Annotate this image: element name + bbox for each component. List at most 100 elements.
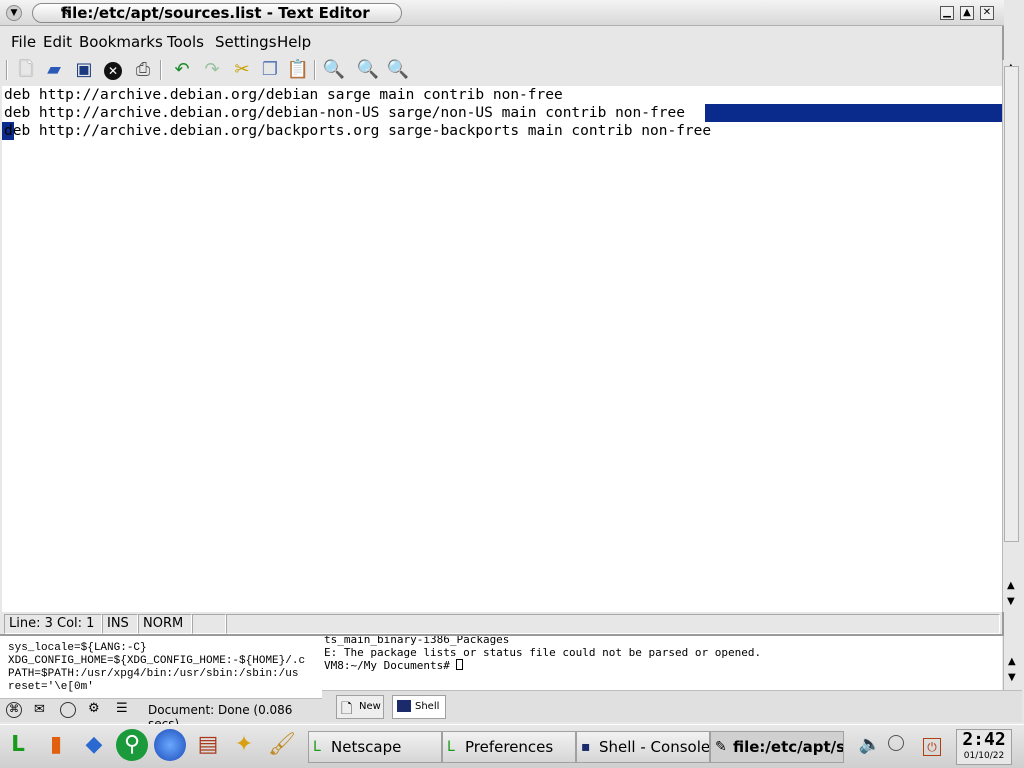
- shell-tabbar: 🗋 New Shell: [322, 690, 1022, 722]
- volume-icon[interactable]: 🔈: [858, 729, 882, 761]
- console-line: XDG_CONFIG_HOME=${XDG_CONFIG_HOME:-${HOM…: [8, 655, 306, 667]
- address-book-icon[interactable]: ⚙: [88, 701, 100, 716]
- menu-edit[interactable]: Edit: [43, 33, 72, 51]
- text-line: deb http://archive.debian.org/debian sar…: [4, 87, 563, 103]
- menu-file[interactable]: File: [11, 33, 36, 51]
- start-menu-icon[interactable]: ᒪ: [2, 729, 34, 761]
- text-editor-window: ▼ file:/etc/apt/sources.list - Text Edit…: [0, 0, 1020, 636]
- lifejacket-icon[interactable]: ▮: [40, 729, 72, 761]
- paste-icon[interactable]: 📋: [286, 58, 310, 82]
- power-icon[interactable]: ⏻: [920, 729, 944, 761]
- text-line: deb http://archive.debian.org/debian-non…: [4, 105, 685, 121]
- title-pill: file:/etc/apt/sources.list - Text Editor: [32, 3, 402, 23]
- redo-icon[interactable]: ↷: [200, 58, 224, 82]
- new-document-icon[interactable]: 🗋: [14, 58, 38, 82]
- running-man-icon[interactable]: ⚲: [116, 729, 148, 761]
- netscape-icon: ᒪ: [313, 739, 321, 755]
- zoom-out-icon[interactable]: 🔍: [386, 58, 410, 82]
- task-label: file:/etc/apt/sou: [733, 738, 843, 756]
- pen-icon: ✎: [60, 5, 71, 20]
- terminal-icon: ▪: [581, 739, 591, 755]
- shell-prompt-line: VM8:~/My Documents#: [324, 659, 1002, 672]
- new-session-button[interactable]: 🗋 New: [336, 695, 384, 719]
- mail-icon[interactable]: ✉: [34, 702, 45, 717]
- menu-tools[interactable]: Tools: [167, 33, 204, 51]
- menu-settings[interactable]: Settings: [215, 33, 277, 51]
- close-button[interactable]: ✕: [980, 6, 994, 20]
- console-line: reset='\e[0m': [8, 681, 94, 693]
- scroll-down-icon[interactable]: ▼: [1007, 596, 1015, 607]
- console-line: PATH=$PATH:/usr/xpg4/bin:/usr/sbin:/sbin…: [8, 668, 299, 680]
- menu-bookmarks[interactable]: Bookmarks: [79, 33, 163, 51]
- clock-time: 2:42: [962, 729, 1006, 750]
- text-editing-area[interactable]: [2, 86, 1002, 612]
- globe-icon[interactable]: [154, 729, 186, 761]
- network-icon[interactable]: [884, 729, 908, 761]
- chat-icon[interactable]: ☰: [116, 701, 128, 716]
- task-text-editor[interactable]: ✎ file:/etc/apt/sou: [710, 731, 844, 763]
- copy-icon[interactable]: ❐: [258, 58, 282, 82]
- task-label: Netscape: [331, 738, 402, 756]
- scroll-thumb[interactable]: [1004, 66, 1019, 542]
- applications-icon[interactable]: ✦: [228, 729, 260, 761]
- toolbox-icon[interactable]: ▤: [192, 729, 224, 761]
- shell-output[interactable]: ts_main_binary-i386_Packages E: The packa…: [322, 632, 1002, 690]
- menu-help[interactable]: Help: [277, 33, 311, 51]
- vertical-scrollbar[interactable]: ▲ ▲ ▼: [1002, 60, 1020, 612]
- scroll-up-icon[interactable]: ▲: [1008, 656, 1016, 667]
- print-icon[interactable]: ⎙: [131, 58, 155, 82]
- maximize-button[interactable]: ▲: [960, 6, 974, 20]
- shell-cursor: [456, 659, 464, 670]
- clock[interactable]: 2:42 01/10/22: [956, 729, 1012, 765]
- undo-icon[interactable]: ↶: [170, 58, 194, 82]
- window-title: file:/etc/apt/sources.list - Text Editor: [61, 4, 370, 22]
- scroll-up-icon[interactable]: ▲: [1007, 580, 1015, 591]
- task-shell-console[interactable]: ▪ Shell - Console: [576, 731, 710, 763]
- cut-icon[interactable]: ✂: [230, 58, 254, 82]
- new-session-label: New: [359, 701, 381, 712]
- task-label: Preferences: [465, 738, 554, 756]
- shell-scrollbar[interactable]: ▲ ▼: [1003, 632, 1021, 690]
- new-document-icon: 🗋: [341, 701, 353, 717]
- shell-tab-label: Shell: [415, 701, 440, 712]
- shell-session-tab[interactable]: Shell: [392, 695, 446, 719]
- terminal-icon: [397, 700, 411, 712]
- titlebar[interactable]: ▼ file:/etc/apt/sources.list - Text Edit…: [0, 0, 1004, 26]
- edit-state: NORM: [138, 614, 192, 634]
- task-netscape[interactable]: ᒪ Netscape: [308, 731, 442, 763]
- composer-icon[interactable]: [60, 702, 76, 718]
- text-line: deb http://archive.debian.org/backports.…: [4, 123, 712, 139]
- status-message: [226, 614, 1000, 634]
- find-icon[interactable]: 🔍: [322, 58, 346, 82]
- console-line: sys_locale=${LANG:-C}: [8, 642, 147, 654]
- statusbar: Line: 3 Col: 1 INS NORM: [2, 614, 1002, 634]
- preferences-icon: ᒪ: [447, 739, 455, 755]
- open-folder-icon[interactable]: ▰: [42, 58, 66, 82]
- brush-icon[interactable]: 🖌: [266, 729, 298, 761]
- browser-statusbar: ⌘ ✉ ⚙ ☰ Document: Done (0.086 secs): [0, 698, 322, 731]
- toolbar-separator: [314, 60, 316, 80]
- clock-date: 01/10/22: [963, 751, 1005, 761]
- navigator-icon[interactable]: ⌘: [6, 702, 22, 718]
- zoom-in-icon[interactable]: 🔍: [356, 58, 380, 82]
- toolbar-separator: [160, 60, 162, 80]
- background-console: sys_locale=${LANG:-C} XDG_CONFIG_HOME=${X…: [0, 636, 322, 698]
- cube-icon[interactable]: ◆: [78, 729, 110, 761]
- menubar: File Edit Bookmarks Tools Settings Help: [0, 30, 1004, 54]
- scroll-down-icon[interactable]: ▼: [1008, 672, 1016, 683]
- task-preferences[interactable]: ᒪ Preferences: [442, 731, 576, 763]
- taskbar: ᒪ ▮ ◆ ⚲ ▤ ✦ 🖌 ᒪ Netscape ᒪ Preferences ▪…: [0, 724, 1024, 768]
- pen-icon: ✎: [715, 739, 727, 755]
- shell-prompt: VM8:~/My Documents#: [324, 659, 457, 672]
- close-icon[interactable]: ✕: [101, 58, 125, 82]
- shell-line: E: The package lists or status file coul…: [324, 646, 762, 659]
- minimize-button[interactable]: ▁: [940, 6, 954, 20]
- insert-mode: INS: [102, 614, 138, 634]
- toolbar-grip: [6, 60, 8, 80]
- save-icon[interactable]: ▣: [72, 58, 96, 82]
- text-lines: deb http://archive.debian.org/debian sar…: [2, 86, 1002, 146]
- cursor-position: Line: 3 Col: 1: [4, 614, 102, 634]
- status-empty: [192, 614, 226, 634]
- window-menu-icon[interactable]: ▼: [6, 5, 22, 21]
- toolbar: 🗋 ▰ ▣ ✕ ⎙ ↶ ↷ ✂ ❐ 📋 🔍 🔍 🔍: [0, 56, 1004, 86]
